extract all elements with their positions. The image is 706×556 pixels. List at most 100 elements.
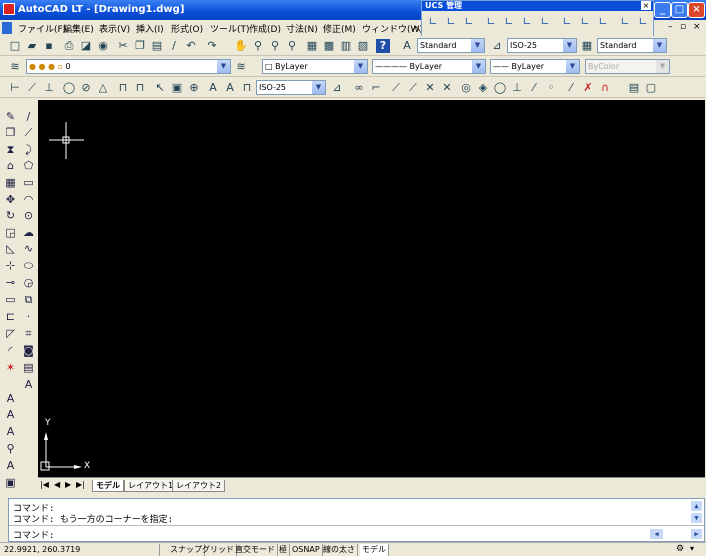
- menu-tools[interactable]: ツール(T): [210, 22, 250, 35]
- design-center-icon[interactable]: ▩: [322, 39, 336, 53]
- circle-icon[interactable]: ⊙: [21, 208, 36, 223]
- lineweight-toggle[interactable]: 線の太さ: [321, 544, 358, 556]
- baseline-dim-icon[interactable]: ⊓: [116, 81, 130, 95]
- zoom-window-icon[interactable]: ⚲: [268, 39, 282, 53]
- redo-icon[interactable]: ↷: [205, 39, 219, 53]
- save-icon[interactable]: ▪: [42, 39, 56, 53]
- help-icon[interactable]: ?: [376, 39, 390, 53]
- dim-style-select[interactable]: ISO-25 ▼: [507, 38, 577, 53]
- fillet-icon[interactable]: ◜: [3, 343, 18, 358]
- snap-parallel-icon[interactable]: ⁄: [527, 81, 541, 95]
- scroll-left-icon[interactable]: ◀: [650, 529, 663, 539]
- table-style-select[interactable]: Standard ▼: [597, 38, 667, 53]
- coordinate-display[interactable]: 22.9921, 260.3719: [2, 544, 160, 556]
- undo-icon[interactable]: ↶: [184, 39, 198, 53]
- move-icon[interactable]: ✥: [3, 192, 18, 207]
- erase-icon[interactable]: ✎: [3, 109, 18, 124]
- spline-icon[interactable]: ∿: [21, 241, 36, 256]
- layer-manager-icon[interactable]: ≋: [8, 60, 22, 74]
- menu-dimension[interactable]: 寸法(N): [286, 22, 318, 35]
- explode-icon[interactable]: ✶: [3, 360, 18, 375]
- revcloud-icon[interactable]: ☁: [21, 225, 36, 240]
- viewport-single-icon[interactable]: ▢: [644, 81, 658, 95]
- pan-icon[interactable]: ✋: [234, 39, 248, 53]
- temp-track-icon[interactable]: ∞: [352, 81, 366, 95]
- snap-perpendicular-icon[interactable]: ⊥: [510, 81, 524, 95]
- maximize-button[interactable]: □: [671, 2, 688, 18]
- minimize-button[interactable]: _: [654, 2, 671, 18]
- mirror-icon[interactable]: ⧗: [3, 142, 18, 157]
- open-icon[interactable]: ▰: [25, 39, 39, 53]
- tab-layout2[interactable]: レイアウト2: [172, 480, 226, 492]
- make-current-layer-icon[interactable]: ≋: [234, 60, 248, 74]
- point-icon[interactable]: ·: [21, 309, 36, 324]
- menu-draw[interactable]: 作成(D): [249, 22, 281, 35]
- ucs-x-icon[interactable]: ∟: [596, 15, 610, 29]
- snap-quadrant-icon[interactable]: ◈: [476, 81, 490, 95]
- break-at-point-icon[interactable]: ▭: [3, 292, 18, 307]
- text-icon[interactable]: A: [3, 391, 18, 406]
- break-icon[interactable]: ⊏: [3, 309, 18, 324]
- print-icon[interactable]: ⎙: [62, 39, 76, 53]
- match-properties-icon[interactable]: /: [167, 39, 181, 53]
- mtext-icon[interactable]: A: [21, 377, 36, 392]
- dim-update-icon[interactable]: ⊓: [240, 81, 254, 95]
- stretch-icon[interactable]: ◺: [3, 241, 18, 256]
- ucs-world-icon[interactable]: ∟: [444, 15, 458, 29]
- tab-nav-first-icon[interactable]: |◀: [40, 480, 49, 489]
- doc-minimize-icon[interactable]: –: [668, 22, 673, 32]
- layer-select[interactable]: ● ● ● ▫ 0 ▼: [26, 59, 231, 74]
- ucs-view-icon[interactable]: ∟: [520, 15, 534, 29]
- find-text-icon[interactable]: ⚲: [3, 441, 18, 456]
- table-icon[interactable]: ▤: [21, 360, 36, 375]
- tab-nav-last-icon[interactable]: ▶|: [76, 480, 85, 489]
- arc-icon[interactable]: ◠: [21, 192, 36, 207]
- viewport-icon[interactable]: ▤: [627, 81, 641, 95]
- region-icon[interactable]: ◙: [21, 343, 36, 358]
- osnap-settings-icon[interactable]: ∩: [598, 81, 612, 95]
- snap-endpoint-icon[interactable]: ⟋: [389, 81, 403, 95]
- polyline-icon[interactable]: ⤸: [21, 142, 36, 157]
- dim-edit-icon[interactable]: A: [206, 81, 220, 95]
- diameter-dim-icon[interactable]: ⊘: [79, 81, 93, 95]
- ucs-object-icon[interactable]: ∟: [502, 15, 516, 29]
- doc-close-icon[interactable]: ×: [693, 22, 701, 32]
- menu-insert[interactable]: 挿入(I): [136, 22, 164, 35]
- trim-icon[interactable]: ⊹: [3, 258, 18, 273]
- copy-icon[interactable]: ❐: [133, 39, 147, 53]
- tool-palettes-icon[interactable]: ▥: [339, 39, 353, 53]
- snap-intersection-icon[interactable]: ✕: [423, 81, 437, 95]
- snap-midpoint-icon[interactable]: ⟋: [406, 81, 420, 95]
- linetype-select[interactable]: ———— ByLayer ▼: [372, 59, 486, 74]
- snap-none-icon[interactable]: ✗: [581, 81, 595, 95]
- ucs-zaxis-icon[interactable]: ∟: [560, 15, 574, 29]
- menu-modify[interactable]: 修正(M): [323, 22, 356, 35]
- line-icon[interactable]: /: [21, 109, 36, 124]
- radius-dim-icon[interactable]: ◯: [62, 81, 76, 95]
- osnap-toggle[interactable]: OSNAP: [290, 544, 323, 556]
- rotate-icon[interactable]: ↻: [3, 208, 18, 223]
- dim-text-edit-icon[interactable]: A: [223, 81, 237, 95]
- properties-icon[interactable]: ▦: [305, 39, 319, 53]
- text-scale-icon[interactable]: ▣: [3, 475, 18, 490]
- dim-style-manager-icon[interactable]: ⊿: [330, 81, 344, 95]
- markup-icon[interactable]: ▧: [356, 39, 370, 53]
- model-toggle[interactable]: モデル: [360, 544, 389, 556]
- rectangle-icon[interactable]: ▭: [21, 175, 36, 190]
- document-icon[interactable]: [2, 22, 12, 34]
- text-style-select[interactable]: Standard ▼: [417, 38, 485, 53]
- menu-file[interactable]: ファイル(F): [18, 22, 66, 35]
- close-button[interactable]: ×: [688, 2, 705, 18]
- lineweight-select[interactable]: —— ByLayer ▼: [490, 59, 580, 74]
- ucs-face-icon[interactable]: ∟: [484, 15, 498, 29]
- tab-layout1[interactable]: レイアウト1: [124, 480, 178, 492]
- ucs-3point-icon[interactable]: ∟: [578, 15, 592, 29]
- scroll-down-icon[interactable]: ▼: [691, 513, 702, 523]
- color-select[interactable]: □ ByLayer ▼: [262, 59, 368, 74]
- insert-block-icon[interactable]: ⧉: [21, 292, 36, 307]
- offset-icon[interactable]: ⌂: [3, 158, 18, 173]
- spell-check-icon[interactable]: A: [3, 458, 18, 473]
- ellipse-arc-icon[interactable]: ◶: [21, 275, 36, 290]
- ortho-toggle[interactable]: 直交モード: [233, 544, 278, 556]
- scroll-right-icon[interactable]: ▶: [691, 529, 702, 539]
